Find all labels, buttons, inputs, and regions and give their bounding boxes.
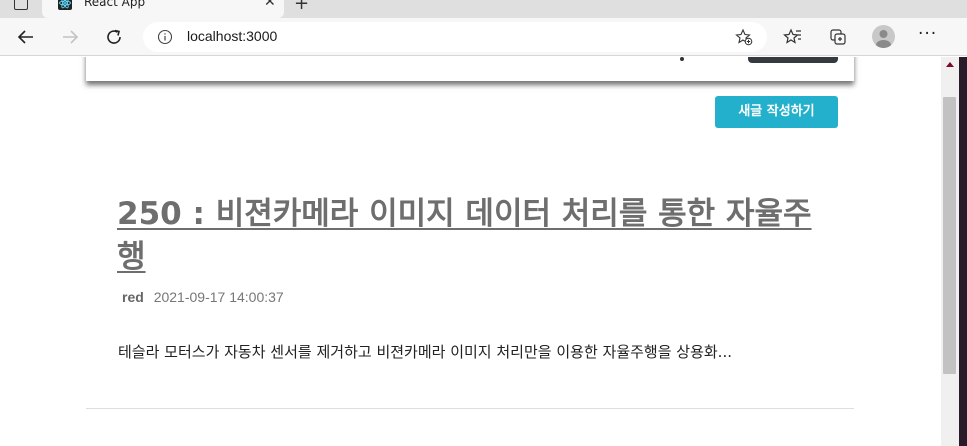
settings-more-icon[interactable]: ··· <box>918 24 937 44</box>
back-icon[interactable] <box>16 27 36 47</box>
profile-avatar[interactable] <box>872 25 895 48</box>
collections-icon[interactable] <box>828 27 848 47</box>
header-nav-item[interactable] <box>680 57 684 61</box>
react-icon <box>58 0 72 10</box>
address-text: localhost:3000 <box>187 28 278 44</box>
header-button[interactable] <box>748 57 838 63</box>
browser-toolbar: localhost:3000 ··· <box>0 18 967 56</box>
add-favorite-icon[interactable] <box>735 28 753 46</box>
page-viewport: 새글 작성하기 250 : 비젼카메라 이미지 데이터 처리를 통한 자율주행 … <box>0 57 941 446</box>
close-tab-icon[interactable]: ✕ <box>264 0 276 10</box>
window-edge <box>959 57 967 446</box>
write-new-post-button[interactable]: 새글 작성하기 <box>715 96 838 128</box>
refresh-icon[interactable] <box>104 27 124 47</box>
tab-strip: React App ✕ + <box>0 0 967 18</box>
post-excerpt: 테슬라 모터스가 자동차 센서를 제거하고 비젼카메라 이미지 처리만을 이용한… <box>118 343 732 361</box>
info-icon[interactable] <box>157 29 173 45</box>
scroll-up-arrow-icon[interactable] <box>946 62 954 67</box>
tab-title: React App <box>84 0 146 9</box>
post-divider <box>86 408 854 409</box>
post-title-link[interactable]: 250 : 비젼카메라 이미지 데이터 처리를 통한 자율주행 <box>117 193 837 279</box>
address-bar[interactable]: localhost:3000 <box>143 22 767 52</box>
tab-actions-icon[interactable] <box>14 0 28 10</box>
post-date: 2021-09-17 14:00:37 <box>153 289 284 305</box>
site-header <box>86 57 854 81</box>
new-tab-button[interactable]: + <box>294 0 309 14</box>
forward-icon[interactable] <box>60 27 80 47</box>
post-meta: red 2021-09-17 14:00:37 <box>122 289 284 305</box>
user-icon <box>876 30 891 48</box>
browser-tab[interactable]: React App ✕ <box>42 0 284 18</box>
scrollbar-thumb[interactable] <box>943 97 956 374</box>
post-author: red <box>122 289 144 305</box>
page-scrollbar[interactable] <box>941 57 959 446</box>
favorites-icon[interactable] <box>783 27 803 47</box>
